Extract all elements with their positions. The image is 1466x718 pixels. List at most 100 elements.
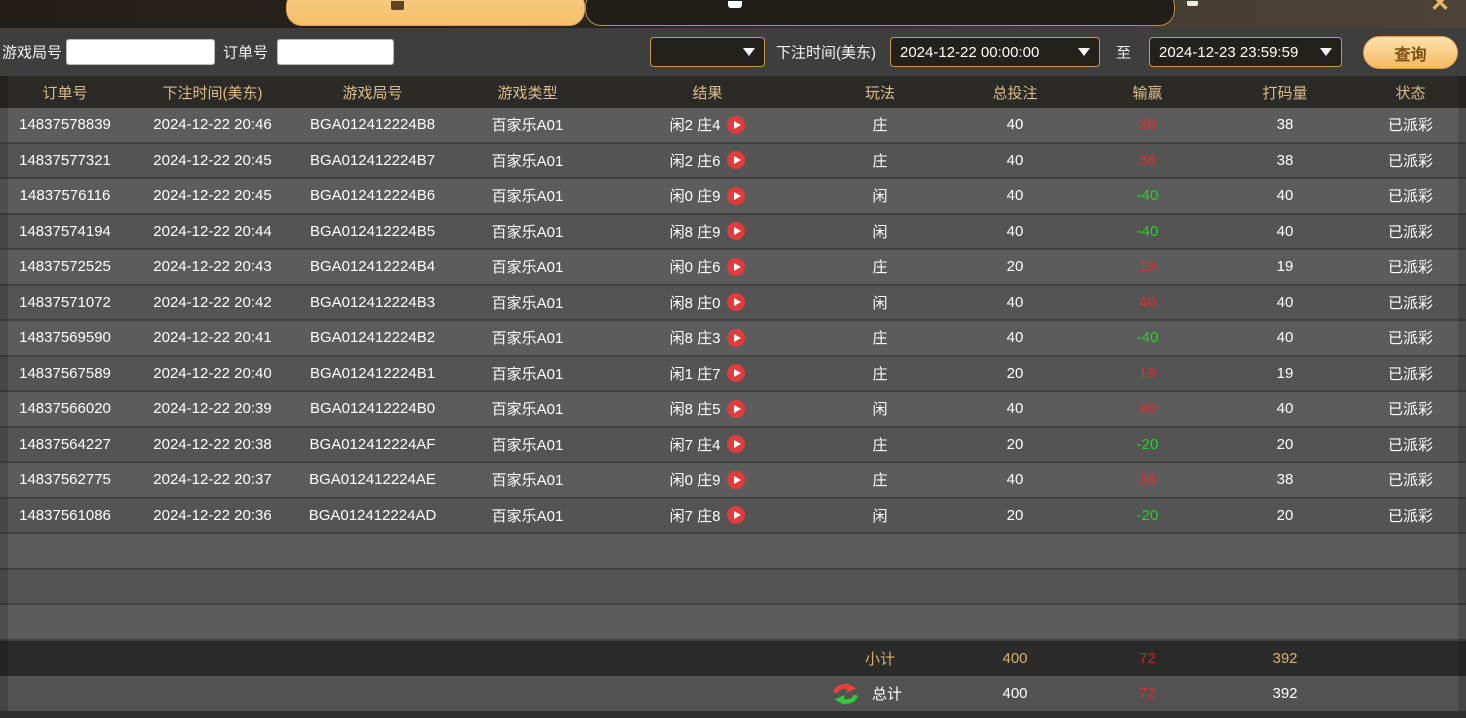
date-to-select[interactable]: 2024-12-23 23:59:59: [1149, 37, 1342, 67]
date-to-value: 2024-12-23 23:59:59: [1159, 44, 1298, 61]
cell-rolling: 19: [1215, 258, 1355, 275]
table-row: 14837564227 2024-12-22 20:38 BGA01241222…: [0, 428, 1466, 464]
cell-bet-time: 2024-12-22 20:45: [130, 187, 295, 204]
replay-icon[interactable]: [727, 116, 745, 134]
cell-win-loss: 19: [1080, 258, 1215, 275]
replay-icon[interactable]: [727, 293, 745, 311]
replay-icon[interactable]: [727, 471, 745, 489]
result-text: 闲8 庄3: [670, 327, 721, 348]
cell-round-no: BGA012412224B5: [295, 223, 450, 240]
caret-down-icon: [743, 48, 755, 56]
cell-rolling: 38: [1215, 116, 1355, 133]
cell-play-type: 闲: [810, 292, 950, 313]
cell-result: 闲8 庄0: [605, 292, 810, 313]
cell-play-type: 庄: [810, 150, 950, 171]
result-text: 闲8 庄5: [670, 398, 721, 419]
result-text: 闲8 庄9: [670, 221, 721, 242]
cell-order-no: 14837564227: [0, 436, 130, 453]
round-no-input[interactable]: [66, 39, 215, 65]
replay-icon[interactable]: [727, 222, 745, 240]
cell-total-bet: 40: [950, 400, 1080, 417]
cell-win-loss: -20: [1080, 436, 1215, 453]
order-no-input[interactable]: [277, 39, 394, 65]
total-total-bet: 400: [950, 685, 1080, 702]
cell-play-type: 庄: [810, 363, 950, 384]
cell-bet-time: 2024-12-22 20:42: [130, 294, 295, 311]
cell-result: 闲7 庄8: [605, 505, 810, 526]
cell-status: 已派彩: [1355, 221, 1466, 242]
cell-rolling: 38: [1215, 152, 1355, 169]
cell-order-no: 14837578839: [0, 116, 130, 133]
table-row: 14837572525 2024-12-22 20:43 BGA01241222…: [0, 250, 1466, 286]
cell-round-no: BGA012412224B3: [295, 294, 450, 311]
result-text: 闲0 庄9: [670, 185, 721, 206]
cell-order-no: 14837569590: [0, 329, 130, 346]
cell-status: 已派彩: [1355, 114, 1466, 135]
header-status: 状态: [1355, 82, 1466, 103]
cell-rolling: 38: [1215, 471, 1355, 488]
replay-icon[interactable]: [727, 400, 745, 418]
game-type-select[interactable]: [650, 37, 765, 67]
cell-bet-time: 2024-12-22 20:46: [130, 116, 295, 133]
cell-rolling: 40: [1215, 329, 1355, 346]
result-text: 闲0 庄6: [670, 256, 721, 277]
replay-icon[interactable]: [727, 506, 745, 524]
cell-total-bet: 40: [950, 329, 1080, 346]
bet-time-label: 下注时间(美东): [776, 42, 876, 63]
table-body: 14837578839 2024-12-22 20:46 BGA01241222…: [0, 108, 1466, 534]
total-win-loss: 72: [1080, 685, 1215, 702]
replay-icon[interactable]: [727, 258, 745, 276]
cell-game-type: 百家乐A01: [450, 185, 605, 206]
cell-order-no: 14837561086: [0, 507, 130, 524]
empty-row: [0, 570, 1466, 606]
cell-order-no: 14837566020: [0, 400, 130, 417]
header-round-no: 游戏局号: [295, 82, 450, 103]
header-order-no: 订单号: [0, 82, 130, 103]
cell-win-loss: -40: [1080, 187, 1215, 204]
refresh-icon[interactable]: [832, 682, 859, 706]
close-icon[interactable]: ✕: [1430, 0, 1450, 18]
total-label: 总计: [872, 683, 902, 704]
cell-total-bet: 20: [950, 365, 1080, 382]
cell-status: 已派彩: [1355, 363, 1466, 384]
cell-status: 已派彩: [1355, 150, 1466, 171]
table-row: 14837578839 2024-12-22 20:46 BGA01241222…: [0, 108, 1466, 144]
cell-round-no: BGA012412224B0: [295, 400, 450, 417]
cell-bet-time: 2024-12-22 20:37: [130, 471, 295, 488]
tab-bet-records-active[interactable]: [286, 0, 585, 26]
replay-icon[interactable]: [727, 329, 745, 347]
cell-total-bet: 20: [950, 507, 1080, 524]
cell-play-type: 庄: [810, 256, 950, 277]
cell-total-bet: 20: [950, 258, 1080, 275]
header-play-type: 玩法: [810, 82, 950, 103]
result-text: 闲1 庄7: [670, 363, 721, 384]
cell-round-no: BGA012412224AD: [295, 507, 450, 524]
replay-icon[interactable]: [727, 151, 745, 169]
cell-order-no: 14837572525: [0, 258, 130, 275]
cell-game-type: 百家乐A01: [450, 398, 605, 419]
cell-total-bet: 40: [950, 152, 1080, 169]
table-row: 14837574194 2024-12-22 20:44 BGA01241222…: [0, 215, 1466, 251]
filter-bar: 游戏局号 订单号 下注时间(美东) 2024-12-22 00:00:00 至 …: [0, 28, 1466, 76]
cell-result: 闲8 庄9: [605, 221, 810, 242]
cell-play-type: 庄: [810, 327, 950, 348]
cell-bet-time: 2024-12-22 20:44: [130, 223, 295, 240]
subtotal-win-loss: 72: [1080, 650, 1215, 667]
query-button[interactable]: 查询: [1363, 36, 1458, 69]
cell-status: 已派彩: [1355, 292, 1466, 313]
date-from-select[interactable]: 2024-12-22 00:00:00: [890, 37, 1100, 67]
tab-secondary[interactable]: [585, 0, 1175, 26]
header-win-loss: 输赢: [1080, 82, 1215, 103]
replay-icon[interactable]: [727, 187, 745, 205]
total-rolling: 392: [1215, 685, 1355, 702]
table-row: 14837576116 2024-12-22 20:45 BGA01241222…: [0, 179, 1466, 215]
cell-status: 已派彩: [1355, 469, 1466, 490]
cell-order-no: 14837576116: [0, 187, 130, 204]
cell-result: 闲7 庄4: [605, 434, 810, 455]
header-result: 结果: [605, 82, 810, 103]
replay-icon[interactable]: [727, 435, 745, 453]
replay-icon[interactable]: [727, 364, 745, 382]
total-row: 总计 400 72 392: [0, 676, 1466, 711]
cell-game-type: 百家乐A01: [450, 221, 605, 242]
cell-result: 闲8 庄5: [605, 398, 810, 419]
